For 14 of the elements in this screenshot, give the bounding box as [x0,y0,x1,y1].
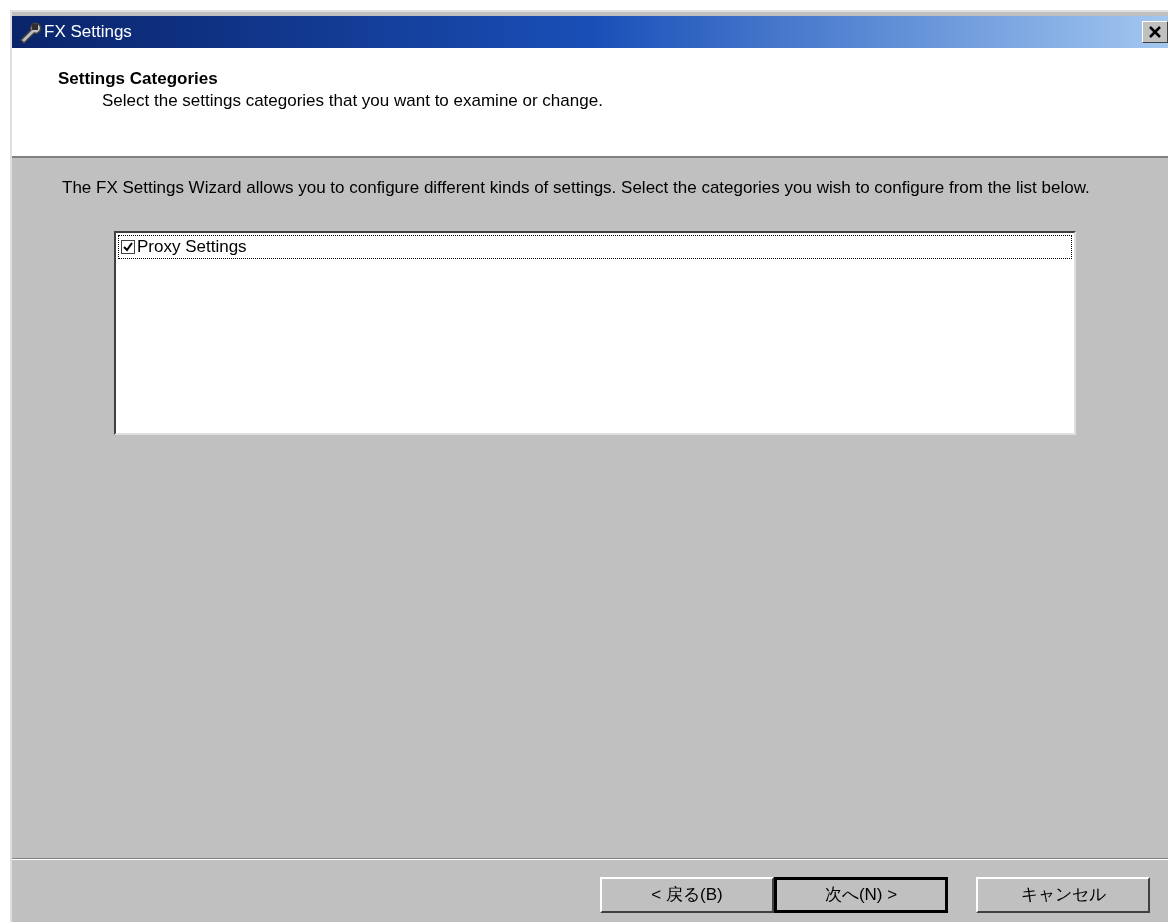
wizard-button[interactable]: < 戻る(B) [600,877,774,913]
header-subtitle: Select the settings categories that you want to examine or change. [101,90,604,112]
header-title: Settings Categories [58,68,219,90]
category-label: Proxy Settings [137,236,247,259]
close-button[interactable] [1142,21,1168,43]
description-text: The FX Settings Wizard allows you to configure different kinds of settings. Select the categories you wish to configure from the list below. [61,177,1091,197]
wizard-button[interactable]: 次へ(N) > [774,877,948,913]
wrench-icon [18,20,42,44]
category-item[interactable]: Proxy Settings [118,235,1072,259]
close-icon [1149,26,1161,38]
wizard-button[interactable]: キャンセル [976,877,1150,913]
window-title: FX Settings [44,21,132,44]
checkbox[interactable] [121,240,135,254]
check-icon [123,242,133,252]
